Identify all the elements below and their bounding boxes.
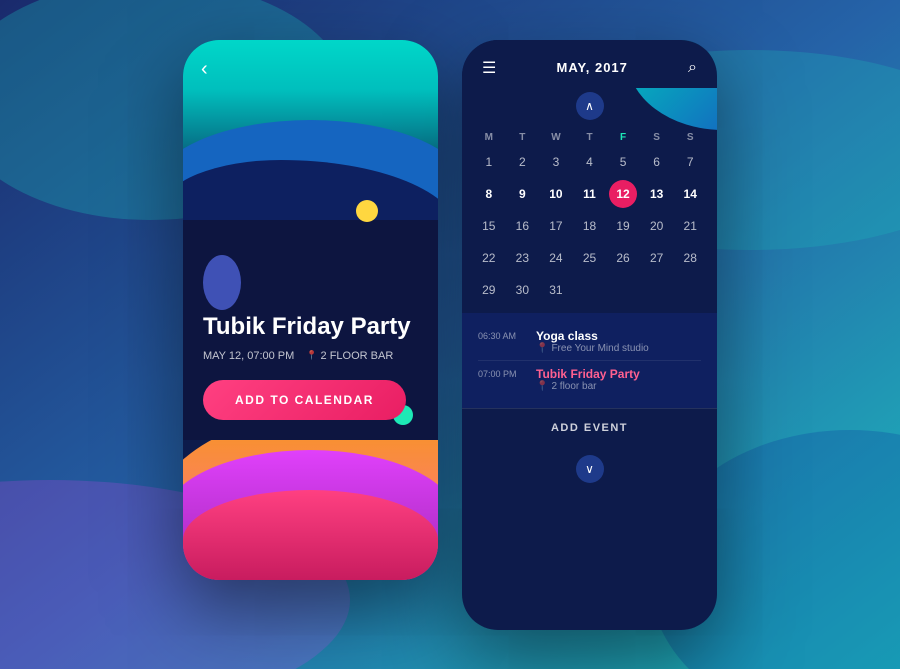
pin-icon-yoga: 📍 xyxy=(536,343,548,354)
cal-date-24[interactable]: 24 xyxy=(547,245,564,271)
cal-date-2[interactable]: 2 xyxy=(517,149,528,175)
cal-date-30[interactable]: 30 xyxy=(514,277,531,303)
day-label-wed: W xyxy=(539,128,573,147)
cal-date-31[interactable]: 31 xyxy=(547,277,564,303)
cal-date-20[interactable]: 20 xyxy=(648,213,665,239)
event-place-yoga: 📍 Free Your Mind studio xyxy=(536,343,649,354)
cal-date-19[interactable]: 19 xyxy=(614,213,631,239)
add-to-calendar-button[interactable]: ADD TO CALENDAR xyxy=(203,380,406,420)
events-section: 06:30 AM Yoga class 📍 Free Your Mind stu… xyxy=(462,313,717,408)
event-meta: MAY 12, 07:00 PM 📍 2 FLOOR BAR xyxy=(203,350,418,362)
pin-icon-party: 📍 xyxy=(536,381,548,392)
event-info-yoga: Yoga class 📍 Free Your Mind studio xyxy=(536,329,649,354)
cal-date-25[interactable]: 25 xyxy=(581,245,598,271)
event-place-party: 📍 2 floor bar xyxy=(536,381,640,392)
back-button[interactable]: ‹ xyxy=(201,58,208,81)
event-item-yoga[interactable]: 06:30 AM Yoga class 📍 Free Your Mind stu… xyxy=(478,323,701,360)
cal-date-22[interactable]: 22 xyxy=(480,245,497,271)
cal-date-13[interactable]: 13 xyxy=(648,181,665,207)
add-event-button[interactable]: ADD EVENT xyxy=(462,408,717,447)
event-date: MAY 12, 07:00 PM xyxy=(203,350,294,362)
cal-date-6[interactable]: 6 xyxy=(651,149,662,175)
cal-date-9[interactable]: 9 xyxy=(517,181,528,207)
cal-date-29[interactable]: 29 xyxy=(480,277,497,303)
cal-date-23[interactable]: 23 xyxy=(514,245,531,271)
search-icon[interactable]: ⌕ xyxy=(688,59,697,77)
cal-date-16[interactable]: 16 xyxy=(514,213,531,239)
cal-date-1[interactable]: 1 xyxy=(483,149,494,175)
day-label-tue: T xyxy=(506,128,540,147)
event-item-party[interactable]: 07:00 PM Tubik Friday Party 📍 2 floor ba… xyxy=(478,360,701,398)
right-phone: ☰ MAY, 2017 ⌕ ∧ M T W T F S S 1 2 3 4 5 … xyxy=(462,40,717,630)
chevron-down-container: ∨ xyxy=(462,447,717,491)
cal-date-28[interactable]: 28 xyxy=(682,245,699,271)
left-phone: ‹ Tubik Friday Party MAY 12, 07:00 PM 📍 … xyxy=(183,40,438,580)
cal-date-3[interactable]: 3 xyxy=(551,149,562,175)
deco-yellow-circle xyxy=(356,200,378,222)
cal-date-21[interactable]: 21 xyxy=(682,213,699,239)
day-label-sat: S xyxy=(640,128,674,147)
cal-date-15[interactable]: 15 xyxy=(480,213,497,239)
deco-blue-circle xyxy=(203,255,241,310)
calendar-day-headers: M T W T F S S xyxy=(462,128,717,147)
cal-date-26[interactable]: 26 xyxy=(614,245,631,271)
cal-date-4[interactable]: 4 xyxy=(584,149,595,175)
chevron-down-button[interactable]: ∨ xyxy=(576,455,604,483)
cal-date-7[interactable]: 7 xyxy=(685,149,696,175)
cal-date-10[interactable]: 10 xyxy=(547,181,564,207)
event-location: 📍 2 FLOOR BAR xyxy=(306,350,393,362)
phones-container: ‹ Tubik Friday Party MAY 12, 07:00 PM 📍 … xyxy=(163,20,737,650)
cal-date-8[interactable]: 8 xyxy=(483,181,494,207)
pin-icon: 📍 xyxy=(306,350,317,361)
event-title: Tubik Friday Party xyxy=(203,313,418,342)
event-content: Tubik Friday Party MAY 12, 07:00 PM 📍 2 … xyxy=(203,313,418,420)
cal-date-14[interactable]: 14 xyxy=(682,181,699,207)
event-time-party: 07:00 PM xyxy=(478,367,526,379)
cal-date-17[interactable]: 17 xyxy=(547,213,564,239)
event-info-party: Tubik Friday Party 📍 2 floor bar xyxy=(536,367,640,392)
event-name-party: Tubik Friday Party xyxy=(536,367,640,381)
day-label-fri: F xyxy=(606,128,640,147)
cal-date-11[interactable]: 11 xyxy=(581,181,598,207)
event-time-yoga: 06:30 AM xyxy=(478,329,526,341)
day-label-mon: M xyxy=(472,128,506,147)
cal-date-27[interactable]: 27 xyxy=(648,245,665,271)
chevron-up-button[interactable]: ∧ xyxy=(576,92,604,120)
day-label-thu: T xyxy=(573,128,607,147)
calendar-grid: 1 2 3 4 5 6 7 8 9 10 11 12 13 14 15 16 1… xyxy=(462,147,717,305)
cal-date-18[interactable]: 18 xyxy=(581,213,598,239)
cal-date-5[interactable]: 5 xyxy=(618,149,629,175)
cal-date-12[interactable]: 12 xyxy=(609,180,637,208)
calendar-header: ☰ MAY, 2017 ⌕ xyxy=(462,40,717,88)
day-label-sun: S xyxy=(673,128,707,147)
event-name-yoga: Yoga class xyxy=(536,329,649,343)
menu-icon[interactable]: ☰ xyxy=(482,58,496,78)
calendar-title: MAY, 2017 xyxy=(556,60,627,75)
